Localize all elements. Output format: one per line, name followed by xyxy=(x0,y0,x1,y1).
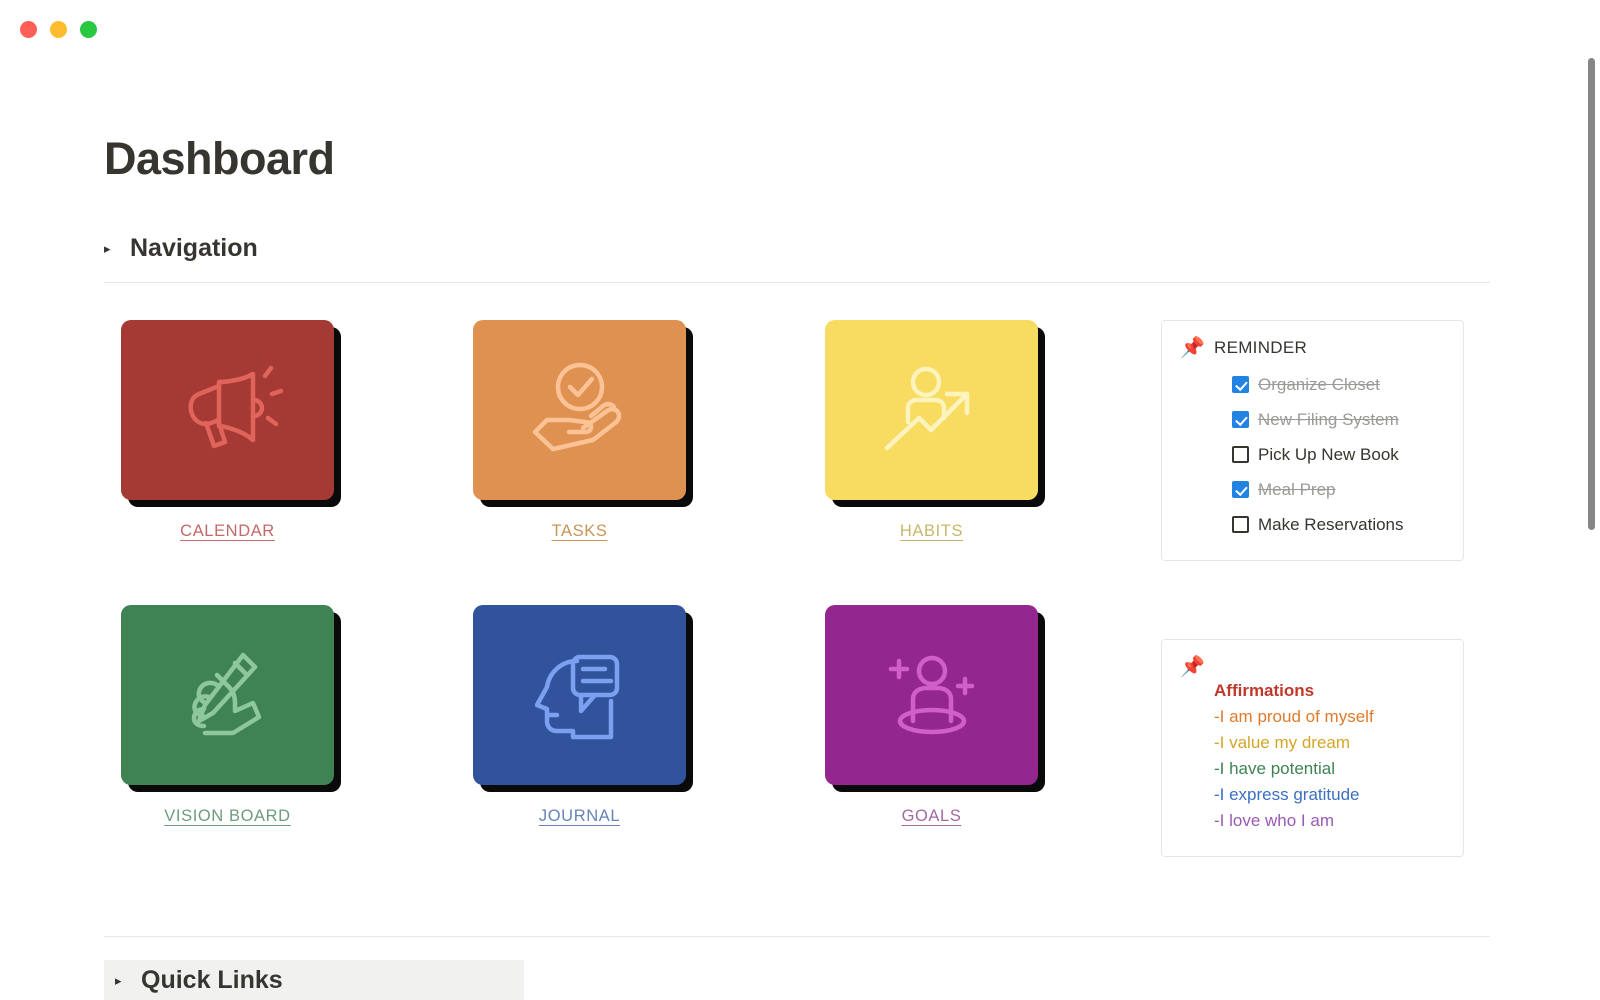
goals-card-tile[interactable] xyxy=(825,605,1038,785)
chevron-right-icon[interactable]: ▸ xyxy=(115,974,129,987)
section-divider xyxy=(104,282,1490,283)
pushpin-icon: 📌 xyxy=(1180,337,1205,359)
navigation-main-area: CALENDAR TASKS HABITS VISION BOARD JOURN… xyxy=(104,320,1490,890)
navigation-toggle-heading[interactable]: ▸ Navigation xyxy=(104,231,1490,265)
close-window-button[interactable] xyxy=(20,21,37,38)
reminder-item[interactable]: New Filing System xyxy=(1214,402,1445,437)
calendar-card-label[interactable]: CALENDAR xyxy=(121,522,334,541)
quick-links-toggle-heading[interactable]: ▸ Quick Links xyxy=(104,960,524,1000)
habits-card-tile[interactable] xyxy=(825,320,1038,500)
window-titlebar xyxy=(0,0,1600,58)
affirmations-title: Affirmations xyxy=(1214,681,1315,700)
reminder-item[interactable]: Meal Prep xyxy=(1214,472,1445,507)
reminder-item-label: Make Reservations xyxy=(1258,514,1404,534)
maximize-window-button[interactable] xyxy=(80,21,97,38)
page-canvas: Dashboard ▸ Navigation CALENDAR TASKS HA… xyxy=(0,58,1586,1000)
checkbox-unchecked-icon[interactable] xyxy=(1232,446,1249,463)
reminder-item[interactable]: Make Reservations xyxy=(1214,507,1445,542)
minimize-window-button[interactable] xyxy=(50,21,67,38)
vision-board-card-tile[interactable] xyxy=(121,605,334,785)
reminder-item-label: New Filing System xyxy=(1258,409,1399,429)
reminder-item-label: Organize Closet xyxy=(1258,374,1380,394)
affirmations-callout: 📌 Affirmations -I am proud of myself -I … xyxy=(1161,639,1464,857)
checkbox-unchecked-icon[interactable] xyxy=(1232,516,1249,533)
page-content: Dashboard ▸ Navigation CALENDAR TASKS HA… xyxy=(104,58,1490,890)
navigation-cards-grid: CALENDAR TASKS HABITS VISION BOARD JOURN… xyxy=(121,320,1177,890)
vertical-scrollbar[interactable] xyxy=(1586,0,1600,1000)
reminder-item[interactable]: Pick Up New Book xyxy=(1214,437,1445,472)
affirmation-line: -I am proud of myself xyxy=(1214,707,1374,726)
person-goal-sparkle-icon xyxy=(888,655,974,735)
hand-check-icon xyxy=(532,362,621,452)
goals-card-label[interactable]: GOALS xyxy=(825,807,1038,826)
reminder-item[interactable]: Organize Closet xyxy=(1214,367,1445,402)
tasks-card-tile[interactable] xyxy=(473,320,686,500)
reminder-callout: 📌 REMINDER Organize Closet New Filing Sy… xyxy=(1161,320,1464,561)
page-title: Dashboard xyxy=(104,133,335,184)
reminder-title: REMINDER xyxy=(1214,338,1308,357)
nav-card-calendar[interactable]: CALENDAR xyxy=(121,320,473,605)
right-column: 📌 REMINDER Organize Closet New Filing Sy… xyxy=(1161,320,1464,857)
megaphone-icon xyxy=(187,365,283,449)
chevron-right-icon[interactable]: ▸ xyxy=(104,242,118,255)
person-growth-arrow-icon xyxy=(884,366,969,451)
vision-board-card-label[interactable]: VISION BOARD xyxy=(121,807,334,826)
checkbox-checked-icon[interactable] xyxy=(1232,411,1249,428)
nav-card-habits[interactable]: HABITS xyxy=(825,320,1177,605)
navigation-heading-label: Navigation xyxy=(130,233,258,262)
affirmation-line: -I love who I am xyxy=(1214,811,1334,830)
reminder-list: Organize Closet New Filing System Pick U… xyxy=(1214,367,1445,542)
affirmation-line: -I express gratitude xyxy=(1214,785,1360,804)
nav-card-goals[interactable]: GOALS xyxy=(825,605,1177,890)
nav-card-vision-board[interactable]: VISION BOARD xyxy=(121,605,473,890)
window-controls xyxy=(20,21,97,38)
head-speech-bubble-icon xyxy=(534,654,619,740)
habits-card-label[interactable]: HABITS xyxy=(825,522,1038,541)
nav-card-tasks[interactable]: TASKS xyxy=(473,320,825,605)
journal-card-tile[interactable] xyxy=(473,605,686,785)
scrollbar-thumb[interactable] xyxy=(1588,58,1595,530)
nav-card-journal[interactable]: JOURNAL xyxy=(473,605,825,890)
pushpin-icon: 📌 xyxy=(1180,656,1205,678)
affirmation-line: -I have potential xyxy=(1214,759,1335,778)
calendar-card-tile[interactable] xyxy=(121,320,334,500)
checkbox-checked-icon[interactable] xyxy=(1232,376,1249,393)
reminder-item-label: Meal Prep xyxy=(1258,479,1336,499)
journal-card-label[interactable]: JOURNAL xyxy=(473,807,686,826)
affirmation-line: -I value my dream xyxy=(1214,733,1351,752)
checkbox-checked-icon[interactable] xyxy=(1232,481,1249,498)
quick-links-heading-label: Quick Links xyxy=(141,965,283,994)
reminder-item-label: Pick Up New Book xyxy=(1258,444,1399,464)
tasks-card-label[interactable]: TASKS xyxy=(473,522,686,541)
hand-pencil-icon xyxy=(191,652,261,736)
footer-divider xyxy=(104,936,1490,937)
